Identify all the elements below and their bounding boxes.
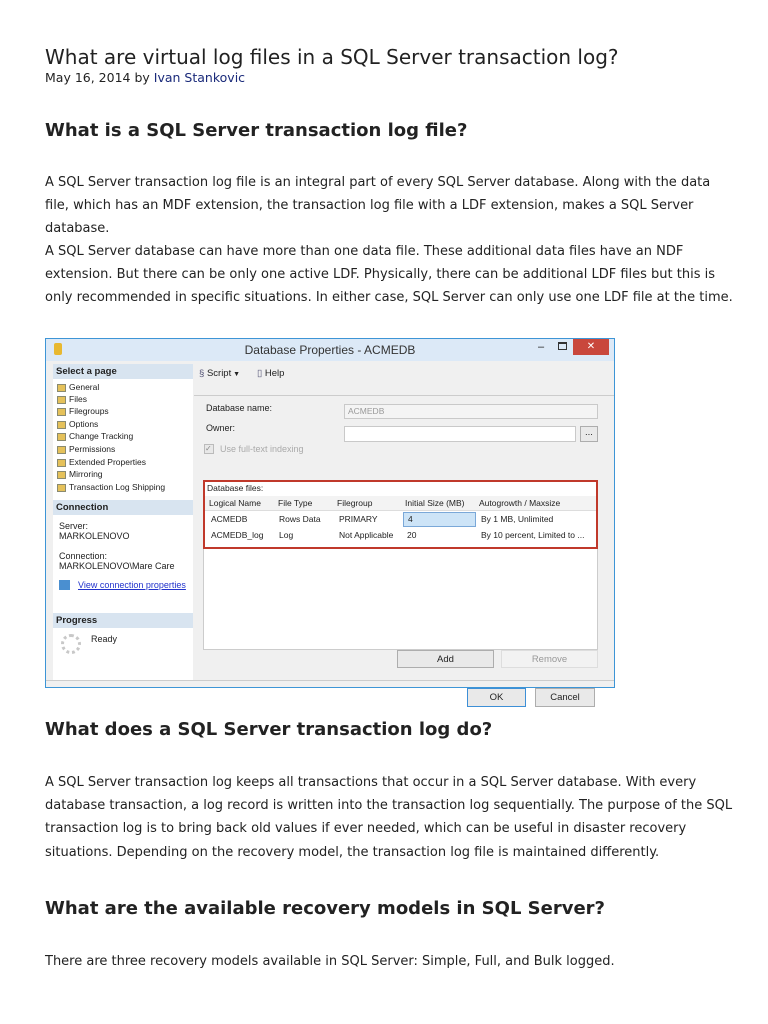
column-header[interactable]: Autogrowth / Maxsize bbox=[479, 498, 560, 508]
fulltext-label: Use full-text indexing bbox=[220, 444, 304, 454]
script-icon: § bbox=[199, 368, 207, 379]
close-icon[interactable]: ✕ bbox=[573, 339, 609, 355]
remove-button[interactable]: Remove bbox=[501, 650, 598, 668]
files-label: Database files: bbox=[207, 483, 264, 493]
database-properties-screenshot: Database Properties - ACMEDB – ✕ Select … bbox=[45, 338, 615, 707]
add-button[interactable]: Add bbox=[397, 650, 494, 668]
toolbar-divider bbox=[194, 395, 614, 396]
ok-button[interactable]: OK bbox=[467, 688, 526, 707]
left-panel: Select a page General Files Filegroups O… bbox=[53, 364, 193, 681]
page-title: What are virtual log files in a SQL Serv… bbox=[45, 45, 619, 69]
files-highlight-box: Database files: Logical Name File Type F… bbox=[203, 480, 598, 549]
column-header[interactable]: Logical Name bbox=[209, 498, 261, 508]
heading-recovery-models: What are the available recovery models i… bbox=[45, 898, 605, 919]
page-icon bbox=[57, 432, 66, 441]
progress-status: Ready bbox=[91, 634, 118, 644]
page-permissions[interactable]: Permissions bbox=[57, 444, 115, 454]
dialog-title: Database Properties - ACMEDB bbox=[244, 343, 416, 357]
cancel-button[interactable]: Cancel bbox=[535, 688, 595, 707]
connection-label: Connection: bbox=[59, 551, 108, 561]
article-meta: May 16, 2014 by Ivan Stankovic bbox=[45, 70, 245, 86]
page-options[interactable]: Options bbox=[57, 419, 98, 429]
heading-what-does: What does a SQL Server transaction log d… bbox=[45, 719, 493, 740]
page-icon bbox=[57, 445, 66, 454]
help-button[interactable]: ▯ Help bbox=[257, 368, 284, 379]
page-mirroring[interactable]: Mirroring bbox=[57, 469, 103, 479]
heading-what-is: What is a SQL Server transaction log fil… bbox=[45, 120, 468, 141]
chevron-down-icon: ▼ bbox=[231, 371, 241, 378]
script-button[interactable]: § Script ▼ bbox=[199, 368, 240, 379]
maximize-icon[interactable] bbox=[558, 342, 567, 350]
page-icon bbox=[57, 383, 66, 392]
page-icon bbox=[57, 420, 66, 429]
paragraph: A SQL Server transaction log file is an … bbox=[45, 175, 711, 237]
column-header[interactable]: Initial Size (MB) bbox=[405, 498, 465, 508]
owner-browse-button[interactable]: ... bbox=[580, 426, 598, 442]
spinner-icon bbox=[61, 634, 81, 654]
table-row[interactable]: ACMEDB Rows Data PRIMARY 4 By 1 MB, Unli… bbox=[205, 512, 596, 528]
page-filegroups[interactable]: Filegroups bbox=[57, 406, 109, 416]
paragraph: A SQL Server transaction log keeps all t… bbox=[45, 775, 733, 860]
server-value: MARKOLENOVO bbox=[59, 531, 130, 541]
connection-properties-icon bbox=[59, 580, 70, 590]
page-icon bbox=[57, 458, 66, 467]
minimize-icon[interactable]: – bbox=[538, 341, 544, 353]
owner-field[interactable] bbox=[344, 426, 576, 442]
table-row[interactable]: ACMEDB_log Log Not Applicable 20 By 10 p… bbox=[205, 528, 596, 544]
page-icon bbox=[57, 395, 66, 404]
connection-header: Connection bbox=[53, 500, 193, 515]
title-bar: Database Properties - ACMEDB – ✕ bbox=[46, 339, 614, 361]
fulltext-checkbox[interactable]: ✓ bbox=[204, 444, 214, 454]
page-general[interactable]: General bbox=[57, 382, 99, 392]
page-log-shipping[interactable]: Transaction Log Shipping bbox=[57, 482, 165, 492]
footer-divider bbox=[46, 680, 614, 681]
by-label: by bbox=[134, 70, 150, 85]
page-icon bbox=[57, 483, 66, 492]
column-header[interactable]: Filegroup bbox=[337, 498, 372, 508]
date: May 16, 2014 bbox=[45, 70, 131, 85]
grid-header: Logical Name File Type Filegroup Initial… bbox=[205, 496, 596, 511]
help-icon: ▯ bbox=[257, 368, 265, 379]
paragraph: A SQL Server database can have more than… bbox=[45, 244, 733, 306]
initial-size-cell[interactable]: 4 bbox=[403, 512, 476, 527]
connection-value: MARKOLENOVO\Mare Care bbox=[59, 561, 175, 571]
page-icon bbox=[57, 470, 66, 479]
page-files[interactable]: Files bbox=[57, 394, 87, 404]
select-page-header: Select a page bbox=[53, 364, 193, 379]
page-extended-properties[interactable]: Extended Properties bbox=[57, 457, 146, 467]
dbname-label: Database name: bbox=[206, 403, 273, 413]
progress-header: Progress bbox=[53, 613, 193, 628]
author-link[interactable]: Ivan Stankovic bbox=[154, 70, 245, 85]
page-change-tracking[interactable]: Change Tracking bbox=[57, 431, 133, 441]
page-icon bbox=[57, 407, 66, 416]
owner-label: Owner: bbox=[206, 423, 236, 433]
server-label: Server: bbox=[59, 521, 89, 531]
paragraph: There are three recovery models availabl… bbox=[45, 954, 615, 969]
database-name-field[interactable]: ACMEDB bbox=[344, 404, 598, 419]
view-connection-properties-link[interactable]: View connection properties bbox=[78, 580, 186, 590]
column-header[interactable]: File Type bbox=[278, 498, 312, 508]
